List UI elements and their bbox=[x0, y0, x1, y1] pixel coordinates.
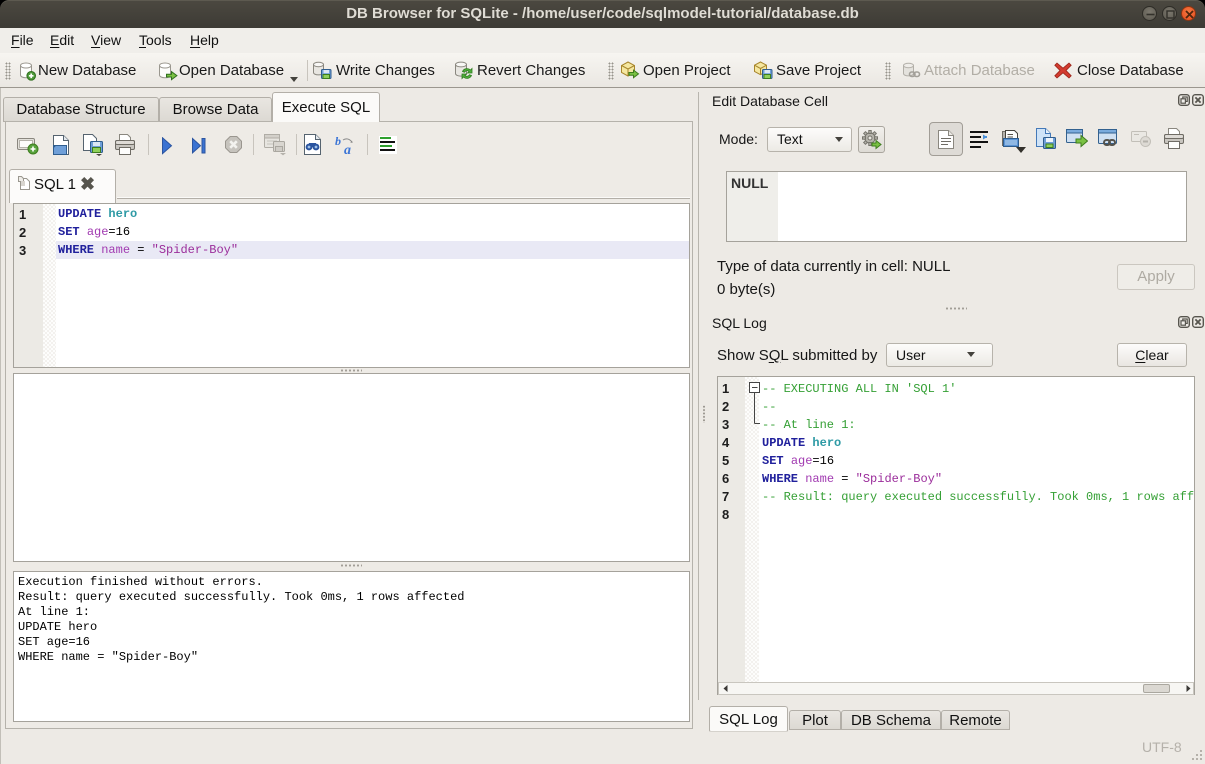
svg-text:a: a bbox=[344, 143, 351, 155]
svg-text:b: b bbox=[335, 135, 341, 148]
